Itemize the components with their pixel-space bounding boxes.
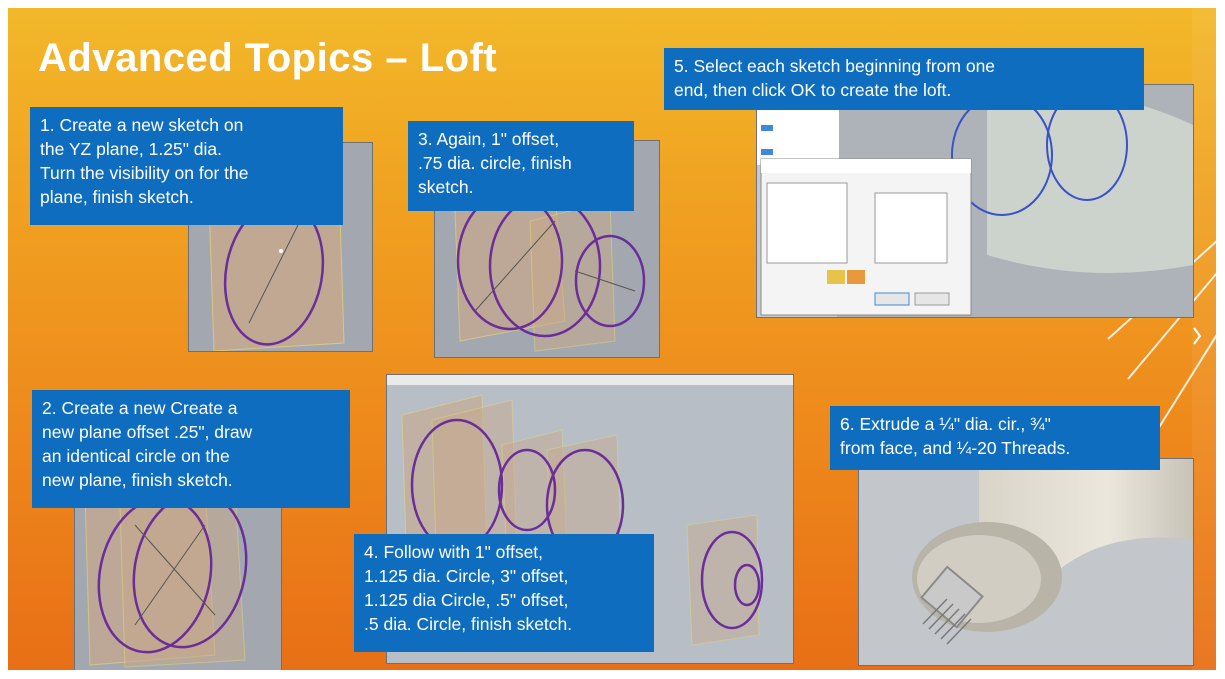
step-5-caption: 5. Select each sketch beginning from one… xyxy=(664,48,1144,110)
caption-line: .5 dia. Circle, finish sketch. xyxy=(364,614,573,634)
caption-line: plane, finish sketch. xyxy=(40,187,194,207)
caption-line: new plane offset .25", draw xyxy=(42,422,253,442)
step-4-caption: 4. Follow with 1" offset, 1.125 dia. Cir… xyxy=(354,534,654,652)
threaded-extrusion-screenshot xyxy=(858,458,1194,666)
caption-line: an identical circle on the xyxy=(42,446,230,466)
caption-line: 6. Extrude a ¼" dia. cir., ¾" xyxy=(840,414,1051,434)
caption-line: 4. Follow with 1" offset, xyxy=(364,542,544,562)
caption-line: .75 dia. circle, finish xyxy=(418,153,572,173)
slide: Advanced Topics – Loft 1. Create a new s… xyxy=(8,8,1216,670)
caption-line: end, then click OK to create the loft. xyxy=(674,80,952,100)
step-1-caption: 1. Create a new sketch on the YZ plane, … xyxy=(30,107,343,225)
step-3-caption: 3. Again, 1" offset, .75 dia. circle, fi… xyxy=(408,121,634,211)
slide-title: Advanced Topics – Loft xyxy=(38,36,498,80)
caption-line: 5. Select each sketch beginning from one xyxy=(674,56,996,76)
step-6-caption: 6. Extrude a ¼" dia. cir., ¾" from face,… xyxy=(830,406,1160,470)
chevron-right-icon xyxy=(1193,327,1202,345)
caption-line: new plane, finish sketch. xyxy=(42,470,233,490)
caption-line: the YZ plane, 1.25" dia. xyxy=(40,139,222,159)
loft-dialog-screenshot xyxy=(756,84,1194,318)
caption-line: Turn the visibility on for the xyxy=(40,163,249,183)
caption-line: 3. Again, 1" offset, xyxy=(418,129,560,149)
caption-line: 1.125 dia. Circle, 3" offset, xyxy=(364,566,569,586)
caption-line: sketch. xyxy=(418,177,474,197)
caption-line: 1. Create a new sketch on xyxy=(40,115,244,135)
caption-line: 1.125 dia Circle, .5" offset, xyxy=(364,590,569,610)
caption-line: 2. Create a new Create a xyxy=(42,398,238,418)
step-2-caption: 2. Create a new Create a new plane offse… xyxy=(32,390,350,508)
caption-line: from face, and ¼-20 Threads. xyxy=(840,438,1071,458)
